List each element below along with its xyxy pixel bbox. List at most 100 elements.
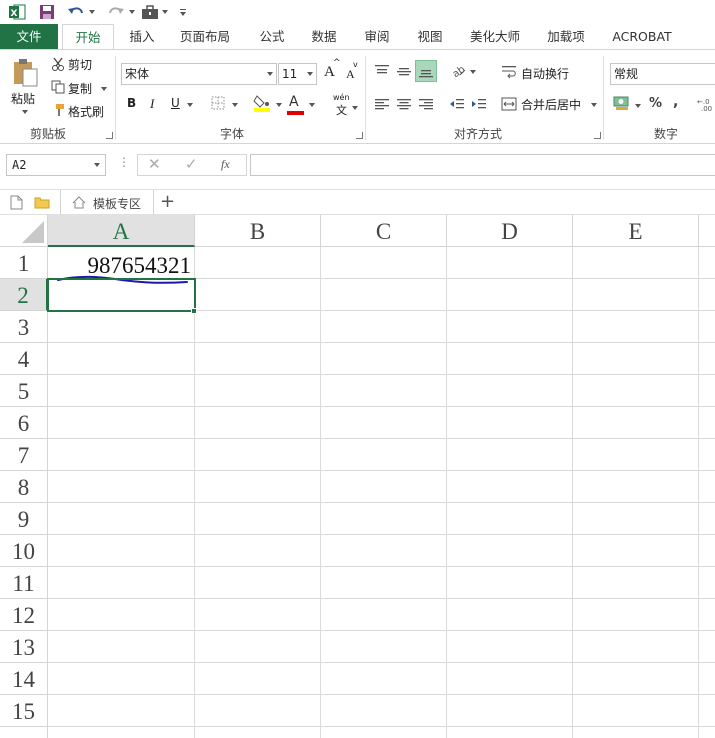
- row-header[interactable]: 9: [0, 503, 48, 535]
- cut-button[interactable]: 剪切: [68, 56, 92, 73]
- column-header-a[interactable]: A: [48, 215, 195, 247]
- percent-button[interactable]: %: [649, 96, 662, 111]
- tab-view[interactable]: 视图: [408, 24, 452, 49]
- row-header[interactable]: 1: [0, 247, 48, 279]
- clipboard-launcher-icon[interactable]: [106, 132, 113, 139]
- row-header[interactable]: 2: [0, 279, 48, 311]
- fill-color-dropdown-icon[interactable]: [276, 103, 282, 107]
- row-header[interactable]: 3: [0, 311, 48, 343]
- align-left-icon[interactable]: [373, 95, 391, 113]
- folder-icon[interactable]: [34, 196, 50, 212]
- accounting-dropdown-icon[interactable]: [635, 104, 641, 108]
- align-right-icon[interactable]: [417, 95, 435, 113]
- copy-button[interactable]: 复制: [68, 80, 92, 97]
- wrap-text-icon[interactable]: [500, 63, 518, 81]
- row-header[interactable]: 5: [0, 375, 48, 407]
- redo-icon[interactable]: [106, 3, 126, 21]
- row-header[interactable]: 6: [0, 407, 48, 439]
- row-header[interactable]: 4: [0, 343, 48, 375]
- format-painter-button[interactable]: 格式刷: [68, 103, 104, 120]
- paste-button[interactable]: 粘贴: [11, 90, 35, 107]
- row-header[interactable]: 11: [0, 567, 48, 599]
- align-bottom-icon[interactable]: [415, 60, 437, 82]
- comma-button[interactable]: ,: [673, 94, 678, 110]
- paste-dropdown-icon[interactable]: [22, 110, 28, 114]
- alignment-launcher-icon[interactable]: [594, 132, 601, 139]
- cancel-icon[interactable]: ✕: [148, 155, 161, 173]
- font-size-select[interactable]: 11: [278, 63, 317, 85]
- tab-data[interactable]: 数据: [302, 24, 346, 49]
- enter-icon[interactable]: ✓: [185, 155, 198, 173]
- font-color-dropdown-icon[interactable]: [309, 103, 315, 107]
- column-header-c[interactable]: C: [321, 215, 447, 247]
- row-header[interactable]: 14: [0, 663, 48, 695]
- column-header-b[interactable]: B: [195, 215, 321, 247]
- cut-icon[interactable]: [50, 56, 66, 72]
- name-box[interactable]: A2: [6, 154, 106, 176]
- copy-icon[interactable]: [50, 79, 66, 95]
- column-header-e[interactable]: E: [573, 215, 699, 247]
- tab-template-zone[interactable]: 模板专区: [60, 190, 154, 215]
- shrink-font-button[interactable]: A: [346, 67, 355, 82]
- selected-cell-a2[interactable]: [47, 278, 196, 312]
- tab-insert[interactable]: 插入: [120, 24, 164, 49]
- toolbox-dropdown-icon[interactable]: [162, 10, 168, 14]
- tab-addins[interactable]: 加载项: [538, 24, 594, 49]
- tab-review[interactable]: 审阅: [355, 24, 399, 49]
- increase-indent-icon[interactable]: [470, 95, 488, 113]
- phonetic-label-bottom[interactable]: 文: [336, 102, 347, 118]
- redo-dropdown-icon[interactable]: [129, 10, 135, 14]
- underline-dropdown-icon[interactable]: [187, 103, 193, 107]
- orientation-dropdown-icon[interactable]: [470, 70, 476, 74]
- insert-function-button[interactable]: fx: [221, 157, 230, 172]
- customize-qat-icon[interactable]: [178, 5, 188, 19]
- italic-button[interactable]: I: [150, 96, 154, 112]
- select-all-corner[interactable]: [0, 215, 48, 247]
- column-header-partial[interactable]: [699, 215, 715, 247]
- font-launcher-icon[interactable]: [356, 132, 363, 139]
- copy-dropdown-icon[interactable]: [101, 87, 107, 91]
- undo-icon[interactable]: [66, 3, 86, 21]
- phonetic-label-top[interactable]: wén: [333, 93, 350, 102]
- paste-icon[interactable]: [10, 58, 40, 88]
- increase-decimal-icon[interactable]: ←.0.00: [697, 95, 715, 113]
- fill-color-icon[interactable]: [253, 93, 271, 113]
- decrease-indent-icon[interactable]: [448, 95, 466, 113]
- tab-home[interactable]: 开始: [62, 24, 114, 50]
- borders-dropdown-icon[interactable]: [232, 103, 238, 107]
- align-center-icon[interactable]: [395, 95, 413, 113]
- align-middle-icon[interactable]: [395, 62, 413, 80]
- font-name-select[interactable]: 宋体: [121, 63, 277, 85]
- undo-dropdown-icon[interactable]: [89, 10, 95, 14]
- tab-meihua[interactable]: 美化大师: [462, 24, 528, 49]
- tab-page-layout[interactable]: 页面布局: [172, 24, 238, 49]
- format-painter-icon[interactable]: [50, 102, 66, 118]
- merge-center-dropdown-icon[interactable]: [591, 103, 597, 107]
- number-format-select[interactable]: 常规: [610, 63, 715, 85]
- new-document-icon[interactable]: [10, 195, 23, 213]
- borders-icon[interactable]: [210, 95, 226, 111]
- column-header-d[interactable]: D: [447, 215, 573, 247]
- row-header[interactable]: 13: [0, 631, 48, 663]
- font-color-button[interactable]: A: [289, 94, 299, 110]
- toolbox-icon[interactable]: [140, 3, 160, 21]
- more-options-icon[interactable]: ⋮: [118, 155, 130, 169]
- align-top-icon[interactable]: [373, 62, 391, 80]
- merge-center-icon[interactable]: [500, 95, 518, 113]
- tab-file[interactable]: 文件: [0, 24, 58, 49]
- bold-button[interactable]: B: [127, 96, 136, 110]
- wrap-text-button[interactable]: 自动换行: [521, 65, 569, 82]
- merge-center-button[interactable]: 合并后居中: [521, 96, 581, 113]
- row-header[interactable]: 12: [0, 599, 48, 631]
- orientation-icon[interactable]: ab: [449, 62, 467, 80]
- row-header[interactable]: 15: [0, 695, 48, 727]
- fill-handle[interactable]: [191, 308, 197, 314]
- add-tab-button[interactable]: +: [160, 191, 175, 212]
- save-icon[interactable]: [38, 3, 56, 21]
- tab-acrobat[interactable]: ACROBAT: [604, 24, 680, 49]
- phonetic-dropdown-icon[interactable]: [352, 106, 358, 110]
- row-header[interactable]: 8: [0, 471, 48, 503]
- underline-button[interactable]: U: [171, 96, 180, 110]
- accounting-format-icon[interactable]: [612, 94, 632, 112]
- row-header[interactable]: 10: [0, 535, 48, 567]
